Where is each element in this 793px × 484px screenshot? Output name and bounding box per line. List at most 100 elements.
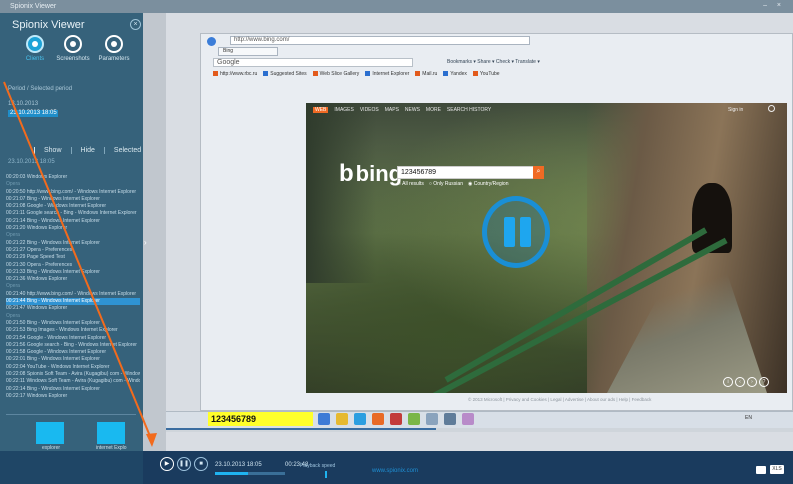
event-item[interactable]: 00:21:58 Google - Windows Internet Explo… bbox=[6, 349, 140, 356]
selected-session[interactable]: 23.10.2013 18:05 bbox=[8, 110, 58, 117]
info-icon[interactable]: i bbox=[723, 377, 733, 387]
event-group[interactable]: Opera bbox=[6, 181, 140, 188]
event-item[interactable]: 00:21:56 Google search - Bing - Windows … bbox=[6, 342, 140, 349]
toolbar-tools[interactable]: Bookmarks ▾ Share ▾ Check ▾ Translate ▾ bbox=[447, 59, 540, 65]
event-item[interactable]: 00:21:14 Bing - Windows Internet Explore… bbox=[6, 218, 140, 225]
player-bar-left bbox=[0, 451, 143, 484]
favorite-icon bbox=[415, 71, 421, 77]
event-item[interactable]: 00:21:44 Bing - Windows Internet Explore… bbox=[6, 298, 140, 306]
filter-buttons: Show Hide Selected bbox=[34, 147, 150, 154]
search-icon[interactable]: ⌕ bbox=[533, 166, 544, 179]
event-item[interactable]: 00:21:54 Google - Windows Internet Explo… bbox=[6, 335, 140, 342]
mode-label: Clients bbox=[25, 56, 45, 62]
event-item[interactable]: 00:21:22 Bing - Windows Internet Explore… bbox=[6, 240, 140, 247]
favorite-link[interactable]: http://www.rbc.ru bbox=[220, 71, 257, 77]
event-item[interactable]: 00:22:17 Windows Explorer bbox=[6, 393, 140, 400]
event-item[interactable]: 00:21:33 Bing - Windows Internet Explore… bbox=[6, 269, 140, 276]
event-group[interactable]: Opera bbox=[6, 313, 140, 320]
event-item[interactable]: 00:22:14 Bing - Windows Internet Explore… bbox=[6, 386, 140, 393]
mode-parameters[interactable]: Parameters bbox=[95, 35, 133, 62]
panel-gutter bbox=[143, 13, 166, 451]
back-icon[interactable] bbox=[207, 37, 216, 46]
speed-label: Playback speed bbox=[300, 463, 336, 469]
event-item[interactable]: 00:21:07 Bing - Windows Internet Explore… bbox=[6, 196, 140, 203]
radio-option[interactable]: Country/Region bbox=[474, 181, 509, 187]
print-icon[interactable] bbox=[756, 466, 766, 474]
favorite-link[interactable]: Internet Explorer bbox=[372, 71, 409, 77]
event-item[interactable]: 00:21:30 Opera - Preferences bbox=[6, 262, 140, 269]
hide-button[interactable]: Hide bbox=[70, 147, 104, 154]
browser-tab[interactable]: Bing bbox=[218, 47, 278, 56]
bing-homepage bbox=[306, 103, 787, 393]
screenshot-root: Spionix Viewer – × Spionix Viewer × Clie… bbox=[0, 0, 793, 484]
window-controls[interactable]: – × bbox=[763, 2, 785, 9]
favorite-link[interactable]: Suggested Sites bbox=[270, 71, 306, 77]
google-toolbar: Google Bookmarks ▾ Share ▾ Check ▾ Trans… bbox=[207, 58, 793, 68]
bing-nav: WEB IMAGES VIDEOS MAPS NEWS MORE SEARCH HISTOR… bbox=[313, 107, 497, 113]
event-item[interactable]: 00:22:11 Windows Soft Team - Avira (Kuga… bbox=[6, 378, 140, 385]
bing-image-controls: i ‹ › ? bbox=[723, 377, 769, 387]
bing-nav-item[interactable]: IMAGES bbox=[334, 107, 353, 113]
event-item[interactable]: 00:22:04 YouTube - Windows Internet Expl… bbox=[6, 364, 140, 371]
bing-nav-item[interactable]: NEWS bbox=[405, 107, 420, 113]
bing-search-input[interactable]: 123456789 bbox=[397, 166, 542, 179]
mode-clients[interactable]: Clients bbox=[16, 35, 54, 62]
radio-option[interactable]: All results bbox=[402, 181, 424, 187]
event-item[interactable]: 00:21:29 Page Speed Test bbox=[6, 254, 140, 261]
sign-in-link[interactable]: Sign in bbox=[728, 107, 743, 113]
favorite-link[interactable]: Web Slice Gallery bbox=[320, 71, 360, 77]
language-indicator: EN bbox=[745, 415, 752, 421]
bing-nav-item[interactable]: MAPS bbox=[385, 107, 399, 113]
address-bar[interactable]: http://www.bing.com/ bbox=[230, 36, 530, 45]
next-icon[interactable]: › bbox=[747, 377, 757, 387]
favorite-icon bbox=[443, 71, 449, 77]
radio-option[interactable]: Only Russian bbox=[433, 181, 463, 187]
show-button[interactable]: Show bbox=[34, 147, 71, 154]
event-group[interactable]: Opera bbox=[6, 283, 140, 290]
event-item[interactable]: 00:21:08 Google - Windows Internet Explo… bbox=[6, 203, 140, 210]
bing-nav-item[interactable]: VIDEOS bbox=[360, 107, 379, 113]
event-item[interactable]: 00:21:27 Opera - Preferences bbox=[6, 247, 140, 254]
event-item[interactable]: 00:21:36 Windows Explorer bbox=[6, 276, 140, 283]
event-item[interactable]: 00:20:50 http://www.bing.com/ - Windows … bbox=[6, 189, 140, 196]
speed-slider[interactable] bbox=[325, 471, 327, 478]
bing-logo-mark: b bbox=[339, 160, 354, 187]
event-item[interactable]: 00:21:11 Google search - Bing - Windows … bbox=[6, 210, 140, 217]
bing-footer: © 2013 Microsoft | Privacy and Cookies |… bbox=[468, 397, 652, 402]
favorite-link[interactable]: Yandex bbox=[450, 71, 467, 77]
collapse-arrow-icon[interactable]: › bbox=[144, 238, 147, 247]
event-item[interactable]: 00:21:20 Windows Explorer bbox=[6, 225, 140, 232]
app-icon bbox=[408, 413, 420, 425]
event-item[interactable]: 00:21:50 Bing - Windows Internet Explore… bbox=[6, 320, 140, 327]
session-date[interactable]: 13.10.2013 bbox=[8, 101, 38, 107]
event-group[interactable]: Opera bbox=[6, 232, 140, 239]
play-button[interactable]: ▶ bbox=[160, 457, 174, 471]
favorite-link[interactable]: Mail.ru bbox=[422, 71, 437, 77]
mode-screenshots[interactable]: Screenshots bbox=[54, 35, 92, 62]
pause-overlay-icon[interactable] bbox=[482, 196, 550, 268]
stop-button[interactable]: ■ bbox=[194, 457, 208, 471]
close-icon[interactable]: × bbox=[130, 19, 141, 30]
window-title: Spionix Viewer bbox=[10, 3, 57, 10]
gear-icon[interactable] bbox=[768, 105, 775, 112]
site-link[interactable]: www.spionix.com bbox=[372, 468, 418, 474]
event-item[interactable]: 00:20:03 Windows Explorer bbox=[6, 174, 140, 181]
bing-nav-item[interactable]: WEB bbox=[313, 107, 329, 113]
export-format-select[interactable]: XLS bbox=[770, 465, 784, 474]
about-icon[interactable]: ? bbox=[759, 377, 769, 387]
event-item[interactable]: 00:21:53 Bing Images - Windows Internet … bbox=[6, 327, 140, 334]
event-item[interactable]: 00:21:47 Windows Explorer bbox=[6, 305, 140, 312]
favorite-icon bbox=[472, 71, 478, 77]
event-item[interactable]: 00:22:08 Spionix Soft Team - Avira (Kuga… bbox=[6, 371, 140, 378]
pause-button[interactable]: ❚❚ bbox=[177, 457, 191, 471]
favorite-link[interactable]: YouTube bbox=[480, 71, 500, 77]
bing-nav-item[interactable]: MORE bbox=[426, 107, 441, 113]
mode-label: Screenshots bbox=[56, 56, 90, 62]
ie-icon bbox=[354, 413, 366, 425]
google-search-box[interactable]: Google bbox=[213, 58, 413, 67]
bing-nav-item[interactable]: SEARCH HISTORY bbox=[447, 107, 491, 113]
playback-progress-fill bbox=[215, 472, 248, 475]
event-item[interactable]: 00:22:01 Bing - Windows Internet Explore… bbox=[6, 356, 140, 363]
prev-icon[interactable]: ‹ bbox=[735, 377, 745, 387]
event-item[interactable]: 00:21:40 http://www.bing.com/ - Windows … bbox=[6, 291, 140, 298]
